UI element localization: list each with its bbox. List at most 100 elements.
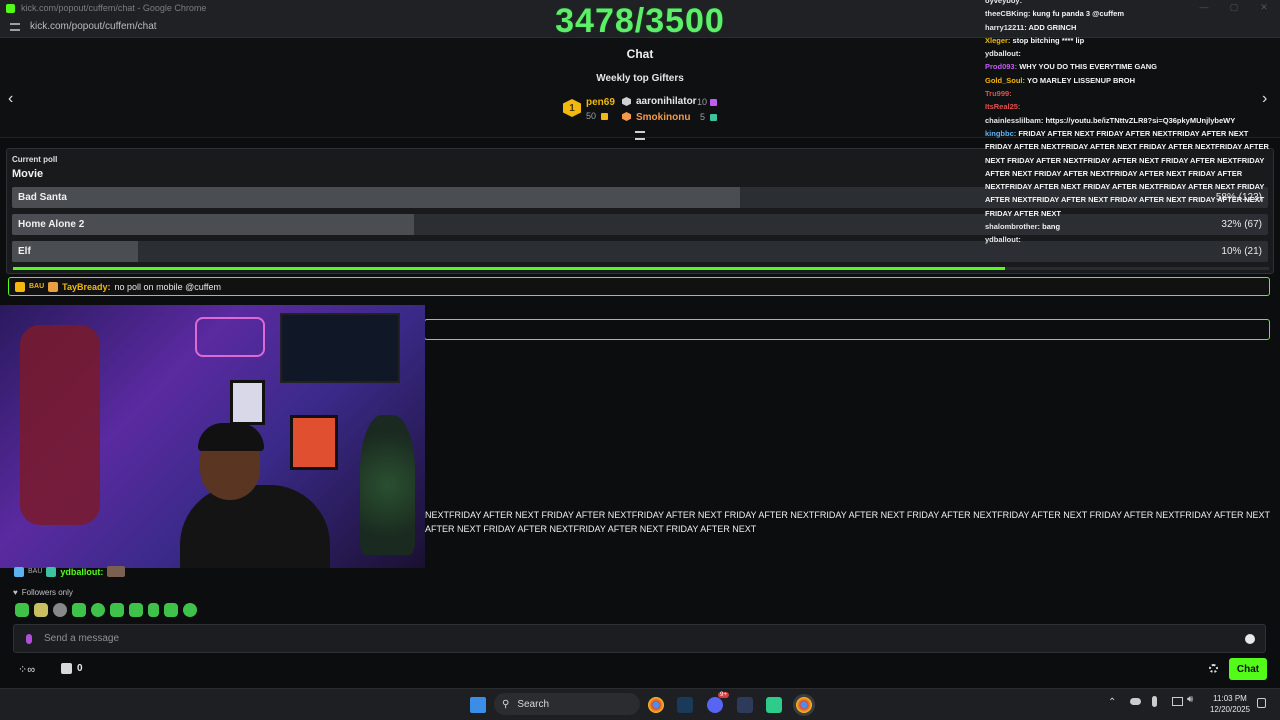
chat-username[interactable]: Tru999: [985,89,1012,98]
gifter-name[interactable]: Smokinonu [636,112,690,123]
quick-emotes [15,603,197,617]
chat-username[interactable]: Gold_Soul: [985,76,1025,85]
chat-message-row: BAU ydballout: [14,566,126,577]
gift-icon[interactable] [61,663,72,674]
emote-icon[interactable] [164,603,178,617]
steam-icon[interactable] [677,697,693,713]
christmas-tree [360,415,415,555]
tv-screen [280,313,400,383]
app-icon[interactable] [766,697,782,713]
poll-option-label: Bad Santa [18,192,67,203]
overlay-chat-message: Xleger: stop bitching **** lip [985,34,1275,47]
emote-icon[interactable] [72,603,86,617]
emoji-icon[interactable] [1245,634,1255,644]
chat-username[interactable]: ydballout: [985,235,1021,244]
overlay-chat-message: ydballout: [985,233,1275,246]
taskbar-search[interactable]: ⚲ Search [494,693,640,715]
gifter-name[interactable]: aaronihilator [636,96,697,107]
chat-username[interactable]: Prod093: [985,62,1017,71]
gifter-count: 5 [700,112,706,122]
microphone-icon[interactable] [26,633,32,644]
gear-icon[interactable] [1209,664,1218,673]
gift-icon [46,566,57,577]
overlay-chat-message: ydballout: [985,47,1275,60]
chat-text: kung fu panda 3 @cuffem [1032,9,1125,19]
chat-username[interactable]: chainlesslilbam: [985,116,1043,125]
pinned-message[interactable]: BAU TayBready: no poll on mobile @cuffem [8,277,1270,296]
neon-sign [195,317,265,357]
gift-icon [710,99,717,106]
poll-option-label: Elf [18,246,31,257]
gift-icon [710,114,717,121]
poll-question: Movie [12,168,44,180]
discord-icon[interactable] [707,697,723,713]
app-icon[interactable] [737,697,753,713]
user-badge-text: BAU [28,568,43,575]
chat-username[interactable]: ydballout: [60,567,103,577]
highlighted-message [424,319,1270,340]
followers-only-notice: ♥ Followers only [13,588,73,597]
user-badge-text: BAU [29,283,45,290]
microphone-tray-icon[interactable] [1152,696,1157,707]
user-badge-icon [14,566,24,577]
windows-start-icon[interactable] [470,697,486,713]
gift-icon [601,113,608,120]
emote-icon[interactable] [53,603,67,617]
overlay-chat-message: kingbbc: FRIDAY AFTER NEXT FRIDAY AFTER … [985,127,1275,220]
emote-icon[interactable] [91,603,105,617]
collapse-icon[interactable] [635,131,645,140]
emote-icon[interactable] [129,603,143,617]
emote-icon[interactable] [183,603,197,617]
chat-message: NEXTFRIDAY AFTER NEXT FRIDAY AFTER NEXTF… [425,510,1270,520]
chrome-icon[interactable] [648,697,664,713]
chat-text: no poll on mobile @cuffem [114,281,222,292]
chat-text: stop bitching **** lip [1012,35,1085,45]
cloud-icon[interactable] [1130,698,1141,705]
clock-date: 12/20/2025 [1209,705,1251,714]
overlay-chat-message: Gold_Soul: YO MARLEY LISSENUP BROH [985,74,1275,87]
overlay-chat-message: oyveyboy: [985,0,1275,7]
network-icon[interactable] [1172,697,1183,706]
emote-icon[interactable] [15,603,29,617]
system-clock[interactable]: 11:03 PM 12/20/2025 [1204,693,1256,715]
send-chat-button[interactable]: Chat [1229,658,1267,680]
overlay-chat-message: harry12211: ADD GRINCH [985,21,1275,34]
emote-icon[interactable] [148,603,159,617]
poll-option-result: 10% (21) [1221,246,1262,257]
notification-icon[interactable] [1257,698,1266,708]
chat-username[interactable]: harry12211: [985,23,1027,32]
overlay-chat-message: shalombrother: bang [985,220,1275,233]
gifter-name[interactable]: pen69 [586,97,615,108]
chat-username[interactable]: theeCBKing: [985,9,1030,18]
message-input[interactable]: Send a message [13,624,1266,653]
user-icon[interactable]: ⁘∞ [18,663,35,676]
plush-figure [20,325,100,525]
chat-text: WHY YOU DO THIS EVERYTIME GANG [1019,62,1157,72]
wall-art [230,380,265,425]
chevron-up-icon[interactable]: ⌃ [1108,697,1116,708]
chat-username[interactable]: TayBready: [62,282,110,292]
heart-icon: ♥ [13,588,18,597]
chat-username[interactable]: ItsReal25: [985,102,1020,111]
chat-username[interactable]: oyveyboy: [985,0,1022,5]
chat-username[interactable]: kingbbc: [985,129,1016,138]
chevron-left-icon[interactable]: ‹ [8,90,13,108]
overlay-chat-message: Prod093: WHY YOU DO THIS EVERYTIME GANG [985,60,1275,73]
wall-art [290,415,338,470]
crown-icon [15,281,25,292]
emote-icon[interactable] [110,603,124,617]
message-input-placeholder[interactable]: Send a message [44,633,119,644]
gifter-count: 50 [586,111,597,121]
chat-text: https://youtu.be/izTNttvZLR8?si=Q36pkyMU… [1045,115,1236,125]
emote-icon[interactable] [34,603,48,617]
overlay-chat-message: ItsReal25: [985,100,1275,113]
search-label: Search [517,698,550,710]
chat-username[interactable]: ydballout: [985,49,1021,58]
overlay-chat-message: theeCBKing: kung fu panda 3 @cuffem [985,7,1275,20]
chrome-active-icon[interactable] [796,697,812,713]
chat-username[interactable]: shalombrother: [985,222,1040,231]
volume-icon[interactable]: 🔊︎ [1187,694,1193,705]
streamer-hat [198,423,264,451]
chat-username[interactable]: Xleger: [985,36,1010,45]
streamer-body [180,485,330,568]
